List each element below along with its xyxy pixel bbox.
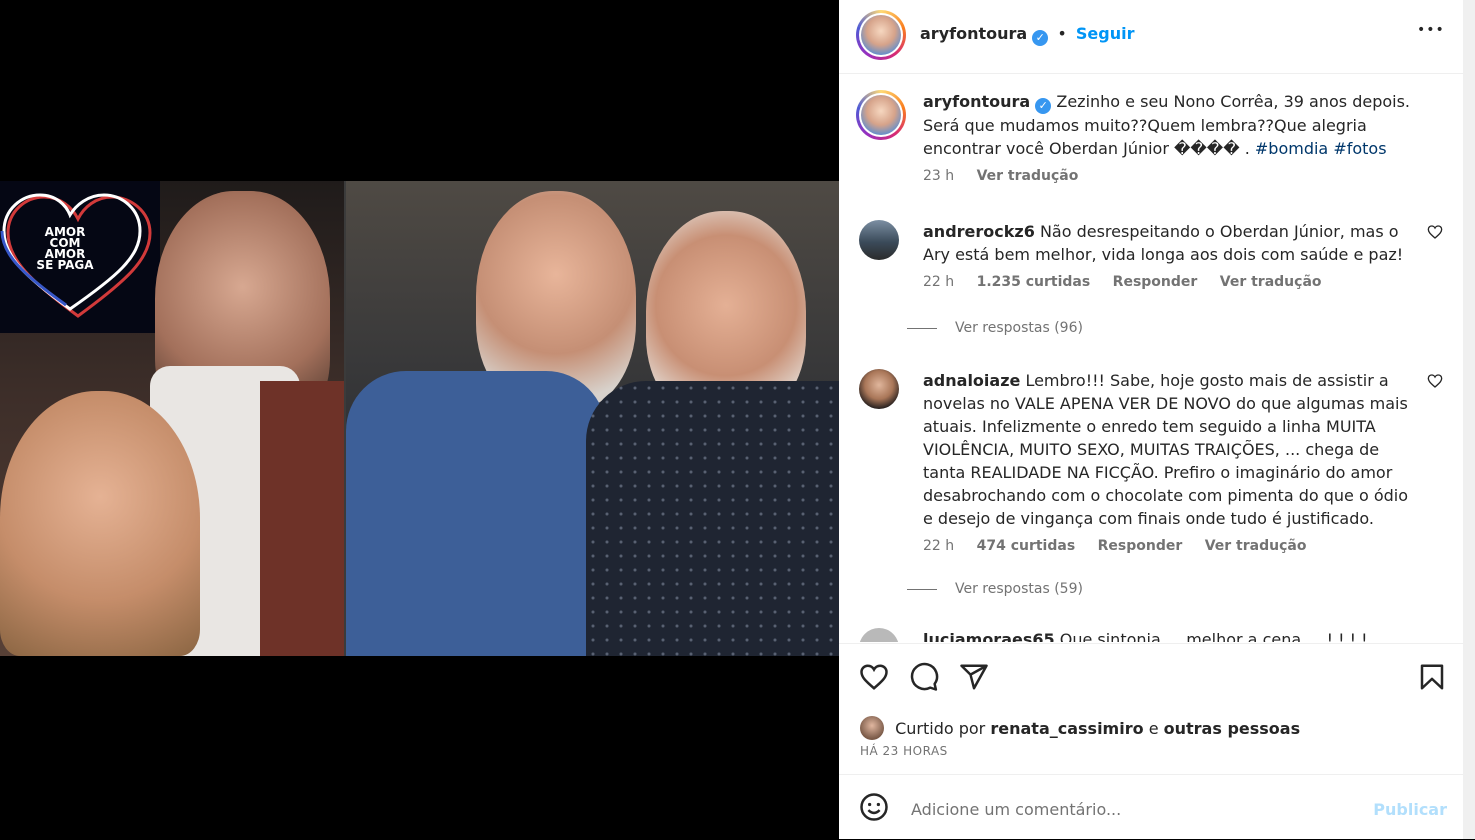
comment-likes[interactable]: 1.235 curtidas [977, 274, 1091, 290]
reply-button[interactable]: Responder [1113, 274, 1198, 290]
liker-avatar[interactable] [860, 716, 884, 740]
verified-icon: ✓ [1032, 30, 1049, 46]
post-side-panel: aryfontoura ✓ • Seguir ••• aryfontoura ✓… [839, 0, 1463, 839]
comment-text: Lembro!!! Sabe, hoje gosto mais de assis… [923, 371, 1409, 528]
photo-left-panel: AMOR COM AMOR SE PAGA [0, 181, 344, 656]
hashtag-bomdia[interactable]: #bomdia [1255, 139, 1328, 158]
more-options-icon[interactable]: ••• [1417, 22, 1445, 38]
emoji-icon[interactable] [859, 792, 889, 822]
post-header: aryfontoura ✓ • Seguir ••• [839, 0, 1463, 74]
add-comment-bar: Publicar [839, 774, 1463, 840]
comment-like-icon[interactable] [1427, 373, 1443, 389]
hashtag-fotos[interactable]: #fotos [1333, 139, 1386, 158]
caption-username[interactable]: aryfontoura [923, 92, 1030, 111]
view-replies-label[interactable]: Ver respostas (59) [955, 581, 1083, 597]
view-replies-button[interactable]: Ver respostas (96) [907, 320, 1083, 336]
photo-figure-blue-shirt [346, 371, 606, 656]
replies-line [907, 327, 937, 329]
comment-time: 22 h [923, 274, 955, 290]
comment-username[interactable]: adnaloiaze [923, 371, 1020, 390]
photo-figure-dark-shirt [586, 381, 839, 656]
likes-prefix: Curtido por [895, 719, 986, 738]
likes-others[interactable]: outras pessoas [1164, 719, 1300, 738]
post-actions: Curtido por renata_cassimiro e outras pe… [839, 643, 1463, 774]
comment-username[interactable]: andrerockz6 [923, 222, 1035, 241]
save-icon[interactable] [1417, 662, 1447, 692]
publish-button[interactable]: Publicar [1373, 800, 1447, 819]
comment-avatar[interactable] [859, 628, 899, 642]
comment-time: 22 h [923, 538, 955, 554]
caption-translate[interactable]: Ver tradução [977, 168, 1079, 184]
author-avatar[interactable] [856, 10, 906, 60]
follow-button[interactable]: Seguir [1076, 24, 1135, 43]
window-scrollbar[interactable] [1463, 0, 1475, 839]
likes-summary: Curtido por renata_cassimiro e outras pe… [860, 716, 1300, 740]
post-time: HÁ 23 HORAS [860, 744, 948, 758]
photo-figure-robe [260, 381, 344, 656]
comment-username[interactable]: luciamoraes65 [923, 630, 1055, 642]
comment-like-icon[interactable] [1427, 224, 1443, 240]
replies-line [907, 588, 937, 590]
separator-dot: • [1057, 24, 1067, 43]
reply-button[interactable]: Responder [1098, 538, 1183, 554]
show-logo: AMOR COM AMOR SE PAGA [0, 181, 160, 333]
comment-translate[interactable]: Ver tradução [1205, 538, 1307, 554]
share-icon[interactable] [959, 662, 989, 692]
caption-avatar[interactable] [856, 90, 906, 140]
verified-icon: ✓ [1035, 98, 1052, 114]
comment-likes[interactable]: 474 curtidas [977, 538, 1076, 554]
photo-figure-child [0, 391, 200, 656]
post-media: AMOR COM AMOR SE PAGA [0, 0, 839, 839]
author-username[interactable]: aryfontoura [920, 24, 1027, 43]
comment-icon[interactable] [909, 662, 939, 692]
comment-translate[interactable]: Ver tradução [1220, 274, 1322, 290]
like-icon[interactable] [859, 662, 889, 692]
photo-right-panel [346, 181, 839, 656]
liker-username[interactable]: renata_cassimiro [990, 719, 1143, 738]
comment-avatar[interactable] [859, 369, 899, 409]
show-logo-text: AMOR COM AMOR SE PAGA [36, 225, 94, 272]
comment-text: Que sintonia ... melhor a cena ... ! ! !… [1059, 630, 1368, 642]
view-replies-button[interactable]: Ver respostas (59) [907, 581, 1083, 597]
view-replies-label[interactable]: Ver respostas (96) [955, 320, 1083, 336]
caption-time: 23 h [923, 168, 955, 184]
post-photo[interactable]: AMOR COM AMOR SE PAGA [0, 181, 839, 656]
comments-list[interactable]: aryfontoura ✓ Zezinho e seu Nono Corrêa,… [839, 74, 1463, 642]
comment-avatar[interactable] [859, 220, 899, 260]
comment-input[interactable] [909, 793, 1353, 825]
likes-and: e [1148, 719, 1159, 738]
